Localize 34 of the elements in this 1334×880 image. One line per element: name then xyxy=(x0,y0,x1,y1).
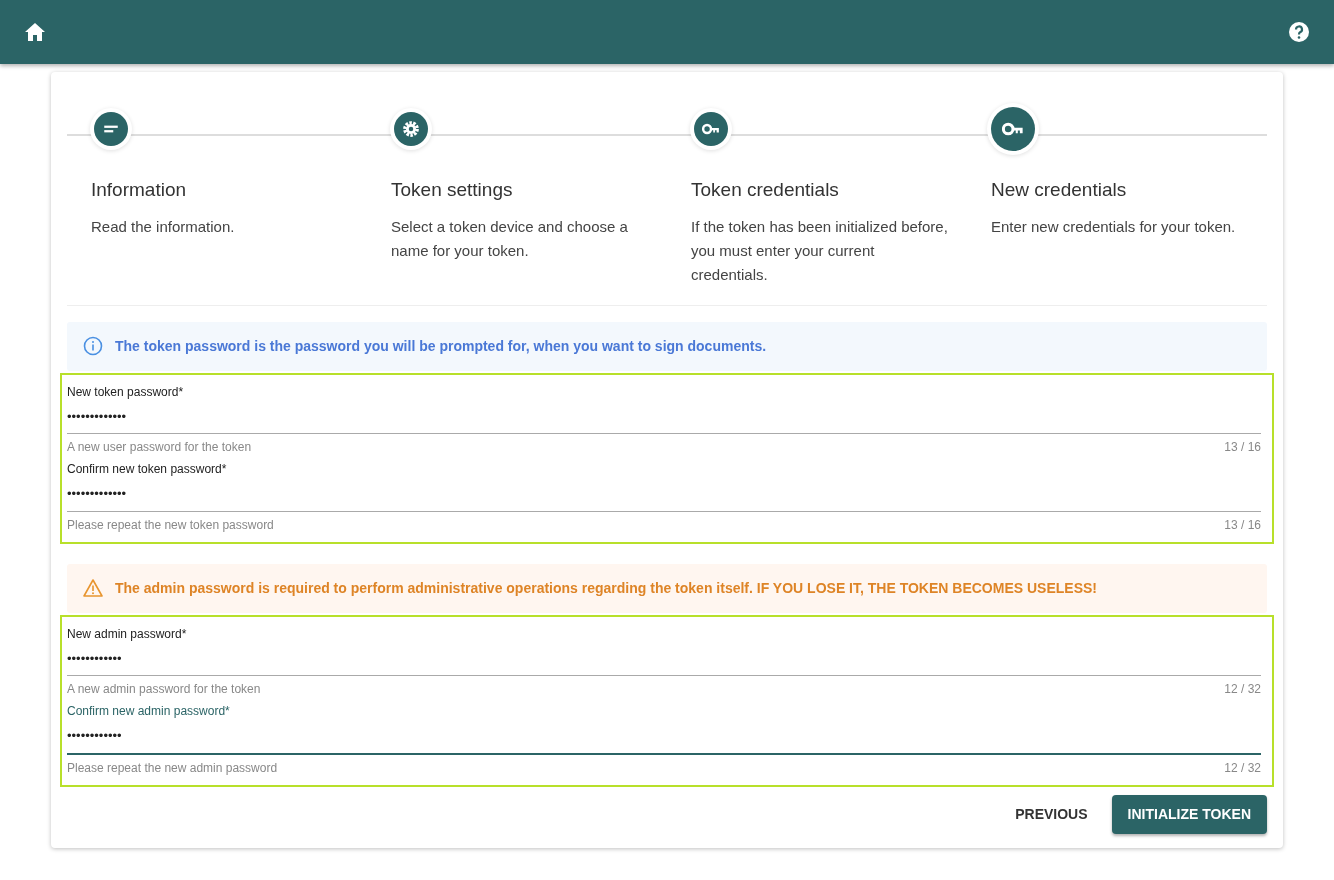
step-title: Token credentials xyxy=(691,178,840,202)
field-hint: Please repeat the new admin password xyxy=(67,759,278,777)
step-title: New credentials xyxy=(991,178,1128,202)
field-hint: A new user password for the token xyxy=(67,439,252,456)
previous-button[interactable]: PREVIOUS xyxy=(999,795,1104,833)
alert-text: The token password is the password you will be prompted for, when you want to sign documents. xyxy=(115,336,767,356)
char-counter: 13 / 16 xyxy=(1224,439,1261,456)
step-title: Information xyxy=(91,178,188,202)
field-label: Confirm new token password* xyxy=(67,461,228,478)
char-counter: 12 / 32 xyxy=(1224,681,1261,698)
step-description: If the token has been initialized before, you must enter your current credentials. xyxy=(691,216,949,285)
info-icon xyxy=(83,336,103,356)
field-label: Confirm new admin password* xyxy=(67,703,231,720)
step-description: Enter new credentials for your token. xyxy=(991,216,1237,237)
field-label: New token password* xyxy=(67,383,185,401)
field-label: New admin password* xyxy=(67,625,188,643)
initialize-button[interactable]: INITIALIZE TOKEN xyxy=(1111,794,1267,834)
password-field[interactable]: •••••••••••• xyxy=(67,642,1261,676)
password-field[interactable]: ••••••••••••• xyxy=(67,400,1261,434)
password-field[interactable]: ••••••••••••• xyxy=(67,478,1261,512)
step-indicator[interactable] xyxy=(991,107,1035,151)
step-description: Select a token device and choose a name for your token. xyxy=(391,216,629,261)
alert-text: The admin password is required to perform administrative operations regarding the token itself. IF YOU LOSE IT, THE TOKEN BECOMES USELESS! xyxy=(115,578,1097,598)
warning-icon xyxy=(83,578,103,598)
char-counter: 13 / 16 xyxy=(1224,516,1261,534)
gear-icon xyxy=(402,120,420,138)
password-field[interactable]: •••••••••••• xyxy=(67,720,1261,755)
step-description: Read the information. xyxy=(91,216,236,237)
char-counter: 12 / 32 xyxy=(1224,759,1261,777)
home-icon[interactable] xyxy=(24,22,46,42)
step-title: Token settings xyxy=(391,178,514,202)
field-hint: A new admin password for the token xyxy=(67,681,261,698)
help-icon[interactable] xyxy=(1288,21,1310,43)
field-hint: Please repeat the new token password xyxy=(67,516,274,534)
